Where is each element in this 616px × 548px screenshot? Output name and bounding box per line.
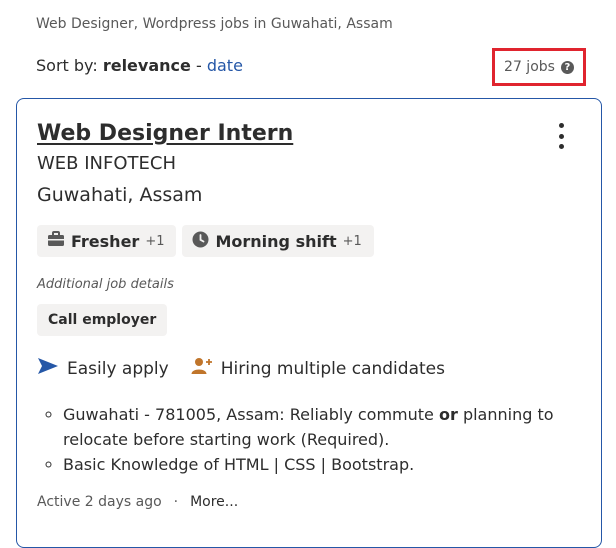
job-location: Guwahati, Assam — [37, 184, 203, 206]
feature-easy-apply-label: Easily apply — [67, 358, 169, 379]
more-options-icon[interactable] — [557, 123, 565, 149]
more-link[interactable]: More... — [190, 494, 238, 510]
help-icon[interactable]: ? — [560, 60, 574, 74]
briefcase-icon — [47, 231, 65, 251]
additional-details-label: Additional job details — [37, 277, 174, 292]
active-date: Active 2 days ago — [37, 494, 162, 510]
job-card[interactable]: Web Designer Intern WEB INFOTECH Guwahat… — [16, 98, 602, 548]
job-title-link[interactable]: Web Designer Intern — [37, 121, 293, 146]
sort-relevance: relevance — [102, 56, 191, 75]
feature-hiring-multiple: Hiring multiple candidates — [191, 357, 445, 380]
pill-experience: Fresher +1 — [37, 225, 177, 257]
pill-experience-label: Fresher — [71, 231, 140, 251]
pill-shift-extra: +1 — [342, 233, 362, 249]
feature-hiring-multiple-label: Hiring multiple candidates — [220, 358, 445, 379]
job-attributes: Fresher +1 Morning shift +1 — [37, 225, 374, 257]
pill-shift: Morning shift +1 — [182, 225, 374, 257]
pill-shift-label: Morning shift — [215, 231, 337, 251]
footer-separator: · — [173, 494, 179, 510]
person-add-icon — [191, 357, 213, 380]
job-footer: Active 2 days ago · More... — [37, 494, 238, 510]
feature-easy-apply: Easily apply — [37, 357, 169, 380]
clock-icon — [192, 231, 209, 252]
list-item: Basic Knowledge of HTML | CSS | Bootstra… — [63, 452, 577, 477]
job-features: Easily apply Hiring multiple candidates — [37, 357, 445, 380]
sort-bar: Sort by: relevance - date — [36, 56, 243, 75]
job-count-text: 27 jobs — [504, 59, 555, 75]
job-count: 27 jobs ? — [492, 48, 586, 86]
list-item: Guwahati - 781005, Assam: Reliably commu… — [63, 402, 577, 452]
search-breadcrumb: Web Designer, Wordpress jobs in Guwahati… — [36, 16, 393, 32]
sort-date-link[interactable]: date — [207, 56, 243, 75]
company-name: WEB INFOTECH — [37, 153, 177, 174]
job-snippet: Guwahati - 781005, Assam: Reliably commu… — [37, 402, 577, 477]
call-employer-button[interactable]: Call employer — [37, 304, 168, 336]
send-arrow-icon — [37, 357, 59, 380]
sort-separator: - — [195, 56, 202, 75]
pill-experience-extra: +1 — [145, 233, 165, 249]
sort-label: Sort by: — [36, 56, 98, 75]
